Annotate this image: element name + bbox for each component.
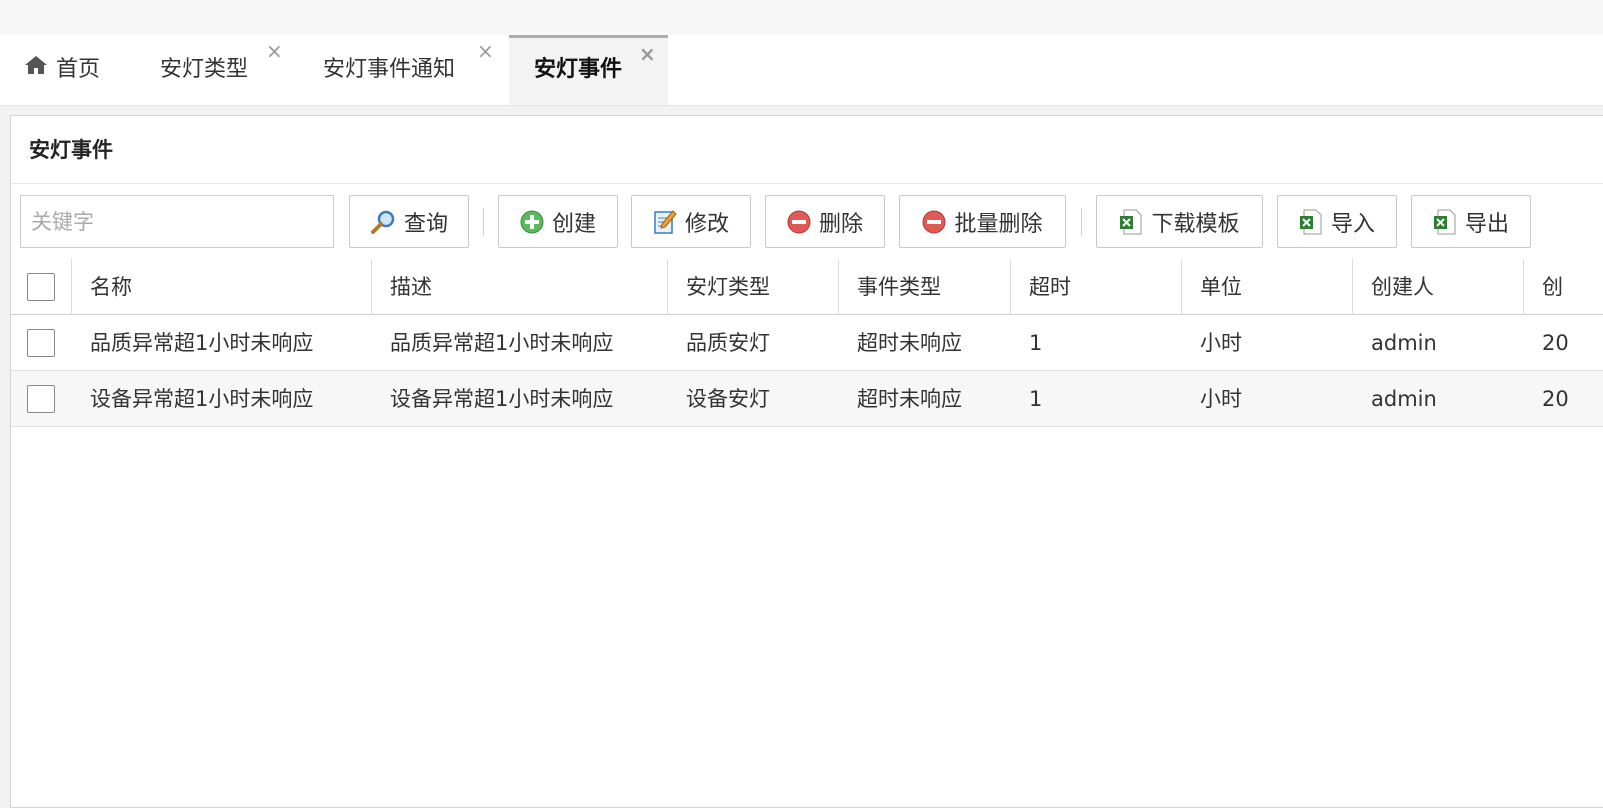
tab-andon-event-notice-label: 安灯事件通知	[323, 57, 456, 82]
table-cell: 20	[1542, 331, 1569, 355]
toolbar-separator	[1081, 208, 1082, 236]
edit-label: 修改	[684, 211, 729, 237]
add-icon	[520, 210, 544, 234]
tab-home-label: 首页	[56, 57, 101, 82]
create-label: 创建	[551, 211, 596, 237]
table-cell: 20	[1542, 387, 1569, 411]
edit-button[interactable]: 修改	[631, 195, 751, 248]
top-bar	[0, 0, 1603, 36]
table-cell: 超时未响应	[857, 387, 962, 411]
table-cell: 品质异常超1小时未响应	[390, 331, 614, 355]
table-cell: 小时	[1200, 331, 1242, 355]
select-all-cell	[11, 259, 72, 315]
table-cell: 超时未响应	[857, 331, 962, 355]
search-icon	[370, 209, 396, 235]
download-template-label: 下载模板	[1151, 211, 1240, 237]
column-header[interactable]: 名称	[72, 259, 372, 315]
tab-andon-type-label: 安灯类型	[160, 57, 249, 82]
tab-andon-type[interactable]: 安灯类型 ×	[160, 35, 283, 105]
table-cell: admin	[1371, 387, 1437, 411]
query-button[interactable]: 查询	[349, 195, 469, 248]
delete-label: 删除	[818, 211, 863, 237]
delete-icon	[787, 210, 811, 234]
batch-delete-label: 批量删除	[954, 211, 1043, 237]
panel-title: 安灯事件	[11, 116, 1603, 184]
close-icon[interactable]: ×	[639, 44, 656, 64]
create-button[interactable]: 创建	[498, 195, 618, 248]
column-header[interactable]: 创建人	[1353, 259, 1524, 315]
table-cell: 品质安灯	[686, 331, 770, 355]
edit-icon	[653, 209, 677, 235]
excel-icon	[1433, 209, 1457, 235]
table-row[interactable]: 设备异常超1小时未响应 设备异常超1小时未响应 设备安灯 超时未响应 1 小时 …	[11, 371, 1603, 427]
tab-andon-event[interactable]: 安灯事件 ×	[509, 35, 668, 105]
export-button[interactable]: 导出	[1411, 195, 1531, 248]
tab-bar: 首页 安灯类型 × 安灯事件通知 × 安灯事件 ×	[0, 35, 1603, 106]
row-select-cell	[11, 371, 72, 427]
table-cell: 设备安灯	[686, 387, 770, 411]
table-cell: admin	[1371, 331, 1437, 355]
home-icon	[24, 35, 48, 105]
query-label: 查询	[403, 211, 448, 237]
table-cell: 品质异常超1小时未响应	[90, 331, 314, 355]
column-header[interactable]: 单位	[1182, 259, 1353, 315]
search-input[interactable]	[20, 195, 334, 248]
batch-delete-button[interactable]: 批量删除	[899, 195, 1066, 248]
row-checkbox[interactable]	[27, 385, 55, 413]
close-icon[interactable]: ×	[266, 41, 283, 61]
table-cell: 设备异常超1小时未响应	[90, 387, 314, 411]
tab-andon-event-label: 安灯事件	[534, 57, 623, 82]
excel-icon	[1119, 209, 1143, 235]
download-template-button[interactable]: 下载模板	[1096, 195, 1263, 248]
toolbar-separator	[483, 208, 484, 236]
tab-andon-event-notice[interactable]: 安灯事件通知 ×	[323, 35, 494, 105]
column-header[interactable]: 事件类型	[839, 259, 1011, 315]
delete-icon	[922, 210, 946, 234]
table-cell: 1	[1029, 331, 1043, 355]
close-icon[interactable]: ×	[477, 41, 494, 61]
import-button[interactable]: 导入	[1277, 195, 1397, 248]
table-cell: 设备异常超1小时未响应	[390, 387, 614, 411]
select-all-checkbox[interactable]	[27, 273, 55, 301]
delete-button[interactable]: 删除	[765, 195, 885, 248]
column-header[interactable]: 安灯类型	[668, 259, 839, 315]
export-label: 导出	[1464, 211, 1509, 237]
toolbar: 查询 创建 修改 删除 批量删除 下载模板	[11, 184, 1603, 260]
row-select-cell	[11, 315, 72, 371]
table-cell: 小时	[1200, 387, 1242, 411]
column-header[interactable]: 创	[1524, 259, 1603, 315]
table-row[interactable]: 品质异常超1小时未响应 品质异常超1小时未响应 品质安灯 超时未响应 1 小时 …	[11, 315, 1603, 371]
column-header[interactable]: 超时	[1011, 259, 1182, 315]
table-cell: 1	[1029, 387, 1043, 411]
import-label: 导入	[1330, 211, 1375, 237]
table-header: 名称 描述 安灯类型 事件类型 超时 单位 创建人 创	[11, 259, 1603, 315]
excel-icon	[1299, 209, 1323, 235]
column-header[interactable]: 描述	[372, 259, 668, 315]
row-checkbox[interactable]	[27, 329, 55, 357]
content-panel: 安灯事件 查询 创建 修改 删除 批量删除	[10, 115, 1603, 808]
tab-home[interactable]: 首页	[24, 35, 100, 105]
